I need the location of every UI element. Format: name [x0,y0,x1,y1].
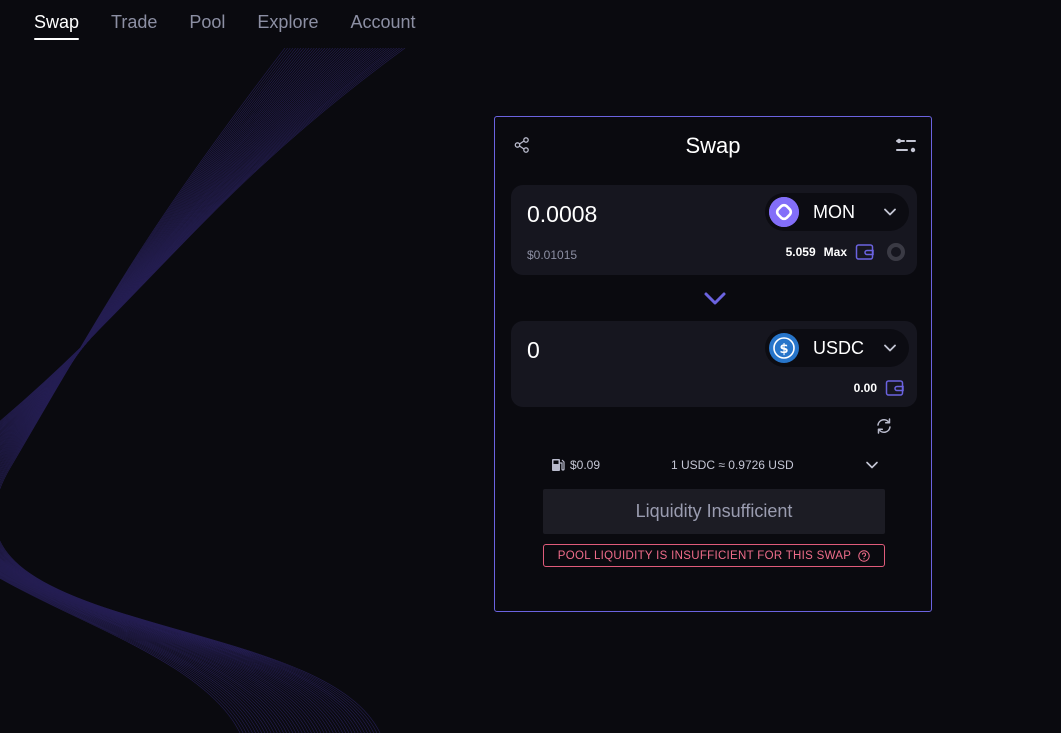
background-wave-line [0,48,400,733]
to-amount-input[interactable] [527,335,747,365]
chevron-down-icon [884,208,896,216]
background-wave-line [0,48,371,733]
background-wave-line [0,48,352,733]
exchange-rate: 1 USDC ≈ 0.9726 USD [671,458,794,472]
nav-account[interactable]: Account [350,12,415,37]
background-wave-line [0,48,334,733]
background-wave-line [0,48,363,733]
from-balance-row: 5.059 Max [786,243,905,261]
wallet-icon[interactable] [855,243,875,261]
refresh-icon[interactable] [875,417,893,435]
background-wave-line [0,48,374,733]
background-wave-line [0,48,395,733]
background-wave-line [0,48,390,733]
to-token-selector[interactable]: $ USDC [765,329,909,367]
background-wave-line [0,48,368,733]
help-icon[interactable] [858,549,870,562]
background-wave-line [0,48,371,733]
to-token-symbol: USDC [813,337,865,358]
background-wave-line [0,48,406,733]
nav-explore[interactable]: Explore [257,12,318,37]
background-wave-line [0,48,365,733]
background-wave-line [0,48,382,733]
mon-logo-icon [769,197,799,227]
wallet-icon[interactable] [885,379,905,397]
background-wave-line [0,48,366,733]
gas-pump-icon [552,459,565,471]
nav-trade[interactable]: Trade [111,12,157,37]
background-wave-line [0,48,360,733]
from-token-selector[interactable]: MON [765,193,909,231]
background-wave-line [0,48,378,733]
svg-text:$: $ [779,342,788,357]
background-wave-line [0,48,350,733]
background-wave-line [0,48,358,733]
nav-pool[interactable]: Pool [189,12,225,37]
background-wave-line [0,48,387,733]
gas-fee: $0.09 [551,457,600,472]
to-token-panel: $ USDC 0.00 [511,321,917,407]
swap-card: Swap MON $0.01015 5.059 Max [494,116,932,612]
chevron-down-icon[interactable] [865,458,879,472]
chevron-down-icon [884,344,896,352]
background-wave-line [0,48,375,733]
background-wave-line [0,48,379,733]
background-wave-line [0,48,403,733]
background-wave-line [0,48,331,733]
gas-fee-value: $0.09 [570,457,601,472]
nav-swap[interactable]: Swap [34,12,80,40]
swap-title: Swap [685,133,741,158]
top-navigation: Swap Trade Pool Explore Account [0,0,1061,48]
usdc-logo-icon: $ [769,333,799,363]
to-balance: 0.00 [853,381,877,395]
liquidity-error-banner: POOL LIQUIDITY IS INSUFFICIENT FOR THIS … [543,544,885,567]
background-wave-line [0,48,368,733]
background-wave-line [0,48,356,733]
background-wave-line [0,48,331,733]
background-wave-line [0,48,344,733]
background-wave-line [0,48,334,733]
background-wave-line [0,48,362,733]
background-wave-line [0,48,342,733]
swap-action-button[interactable]: Liquidity Insufficient [543,489,885,534]
from-token-symbol: MON [813,201,855,222]
background-wave-line [0,48,337,733]
background-wave-line [0,48,347,733]
arrow-down-icon[interactable] [703,291,727,307]
swap-info-row: $0.09 1 USDC ≈ 0.9726 USD [551,457,879,473]
background-wave-line [0,48,339,733]
to-balance-row: 0.00 [854,379,905,397]
background-wave-line [0,48,398,733]
settings-icon[interactable] [895,136,917,156]
background-wave-line [0,48,384,733]
background-wave-line [0,48,376,733]
from-token-panel: MON $0.01015 5.059 Max [511,185,917,275]
background-wave-line [0,48,336,733]
background-wave-line [0,48,381,733]
loading-spinner-icon [887,243,905,261]
background-wave-line [0,48,343,733]
background-wave-line [0,48,350,733]
max-button[interactable]: Max [824,245,847,259]
swap-card-header: Swap [495,131,931,161]
background-wave-line [0,48,353,733]
background-wave-line [0,48,359,733]
from-amount-input[interactable] [527,199,747,229]
from-balance: 5.059 [785,245,816,259]
background-wave-line [0,48,340,733]
error-message: POOL LIQUIDITY IS INSUFFICIENT FOR THIS … [557,549,852,562]
background-wave-line [0,48,355,733]
background-wave-line [0,48,392,733]
background-waves [0,48,406,733]
from-usd-value: $0.01015 [527,248,578,262]
background-wave-line [0,48,347,733]
